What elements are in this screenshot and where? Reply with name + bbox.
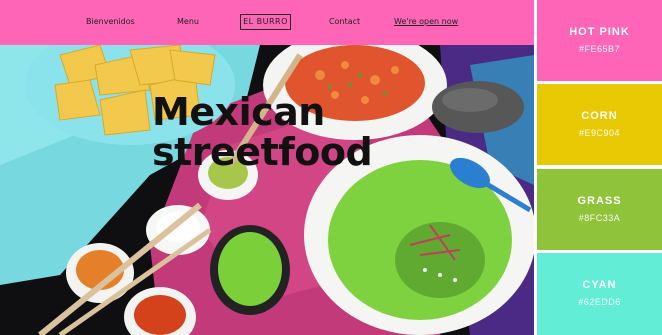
swatch-name: CYAN [582,279,617,291]
swatch-cyan: CYAN #62EDD6 [537,253,662,335]
website-mockup: Bienvenidos Menu EL BURRO Contact We're … [0,0,534,335]
nav-link-bienvenidos[interactable]: Bienvenidos [86,0,135,45]
swatch-corn: CORN #E9C904 [537,84,662,165]
hero-image [0,45,534,335]
swatch-hex: #62EDD6 [578,297,621,307]
swatch-hex: #FE65B7 [578,44,621,54]
nav-link-menu[interactable]: Menu [177,0,199,45]
swatch-name: GRASS [577,195,622,207]
swatch-hot-pink: HOT PINK #FE65B7 [537,0,662,81]
swatch-name: CORN [581,110,618,122]
nav-link-contact[interactable]: Contact [329,0,360,45]
hero-title-line-2: streetfood [152,130,373,174]
swatch-hex: #8FC33A [578,213,621,223]
hero-title-line-1: Mexican [152,90,325,134]
swatch-grass: GRASS #8FC33A [537,169,662,250]
nav-link-open-now[interactable]: We're open now [394,0,458,45]
hero-title: Mexican streetfood [152,90,373,174]
swatch-hex: #E9C904 [578,128,621,138]
page: Bienvenidos Menu EL BURRO Contact We're … [0,0,662,335]
color-palette: HOT PINK #FE65B7 CORN #E9C904 GRASS #8FC… [537,0,662,335]
navbar: Bienvenidos Menu EL BURRO Contact We're … [0,0,534,45]
swatch-name: HOT PINK [569,26,630,38]
site-logo[interactable]: EL BURRO [240,14,291,30]
